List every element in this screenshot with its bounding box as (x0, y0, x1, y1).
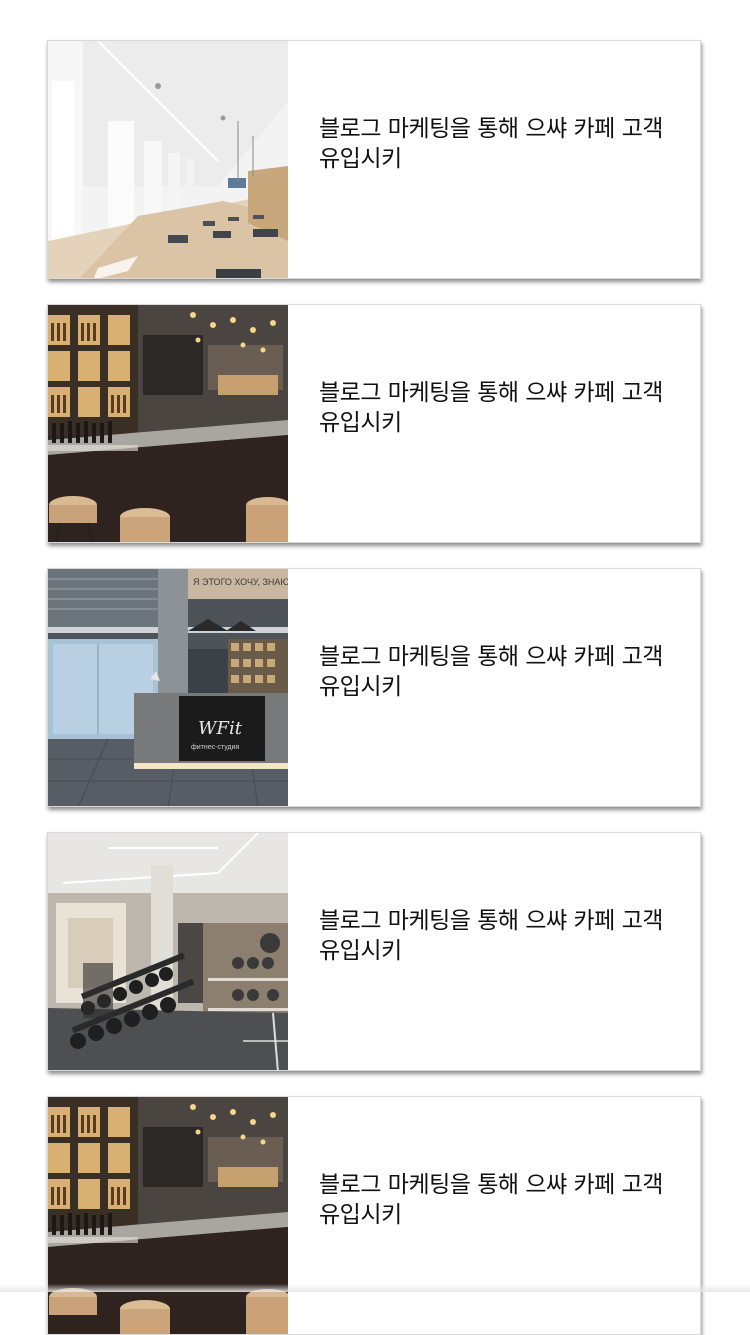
bar-counter-image (48, 1097, 288, 1334)
post-card[interactable]: 블로그 마케팅을 통해 으쌰 카페 고객 유입시키 (47, 40, 701, 279)
brand-subtitle-text: фитнес-студия (191, 744, 240, 751)
bar-counter-image (48, 305, 288, 542)
post-title[interactable]: 블로그 마케팅을 통해 으쌰 카페 고객 유입시키 (288, 305, 700, 542)
post-thumbnail-studio[interactable] (48, 41, 288, 278)
post-title[interactable]: 블로그 마케팅을 통해 으쌰 카페 고객 유입시키 (288, 41, 700, 278)
card-list: 블로그 마케팅을 통해 으쌰 카페 고객 유입시키 블로그 마케팅을 통해 으쌰… (0, 0, 750, 1335)
fitness-reception-image: Я ЭТОГО ХОЧУ, ЗНАЮ WFit фитнес-студия (48, 569, 288, 806)
post-thumbnail-gym[interactable] (48, 833, 288, 1070)
post-card[interactable]: 블로그 마케팅을 통해 으쌰 카페 고객 유입시키 (47, 832, 701, 1071)
post-title[interactable]: 블로그 마케팅을 통해 으쌰 카페 고객 유입시키 (288, 569, 700, 806)
post-title[interactable]: 블로그 마케팅을 통해 으쌰 카페 고객 유입시키 (288, 1097, 700, 1334)
banner-text: Я ЭТОГО ХОЧУ, ЗНАЮ (193, 577, 288, 587)
post-card[interactable]: Я ЭТОГО ХОЧУ, ЗНАЮ WFit фитнес-студия 블로… (47, 568, 701, 807)
studio-corridor-image (48, 41, 288, 278)
bottom-fade (0, 1284, 750, 1292)
post-title[interactable]: 블로그 마케팅을 통해 으쌰 카페 고객 유입시키 (288, 833, 700, 1070)
post-card[interactable]: 블로그 마케팅을 통해 으쌰 카페 고객 유입시키 (47, 304, 701, 543)
post-thumbnail-bar[interactable] (48, 305, 288, 542)
post-thumbnail-fitness[interactable]: Я ЭТОГО ХОЧУ, ЗНАЮ WFit фитнес-студия (48, 569, 288, 806)
gym-image (48, 833, 288, 1070)
post-card[interactable]: 블로그 마케팅을 통해 으쌰 카페 고객 유입시키 (47, 1096, 701, 1335)
post-thumbnail-bar[interactable] (48, 1097, 288, 1334)
brand-text: WFit (198, 718, 243, 739)
